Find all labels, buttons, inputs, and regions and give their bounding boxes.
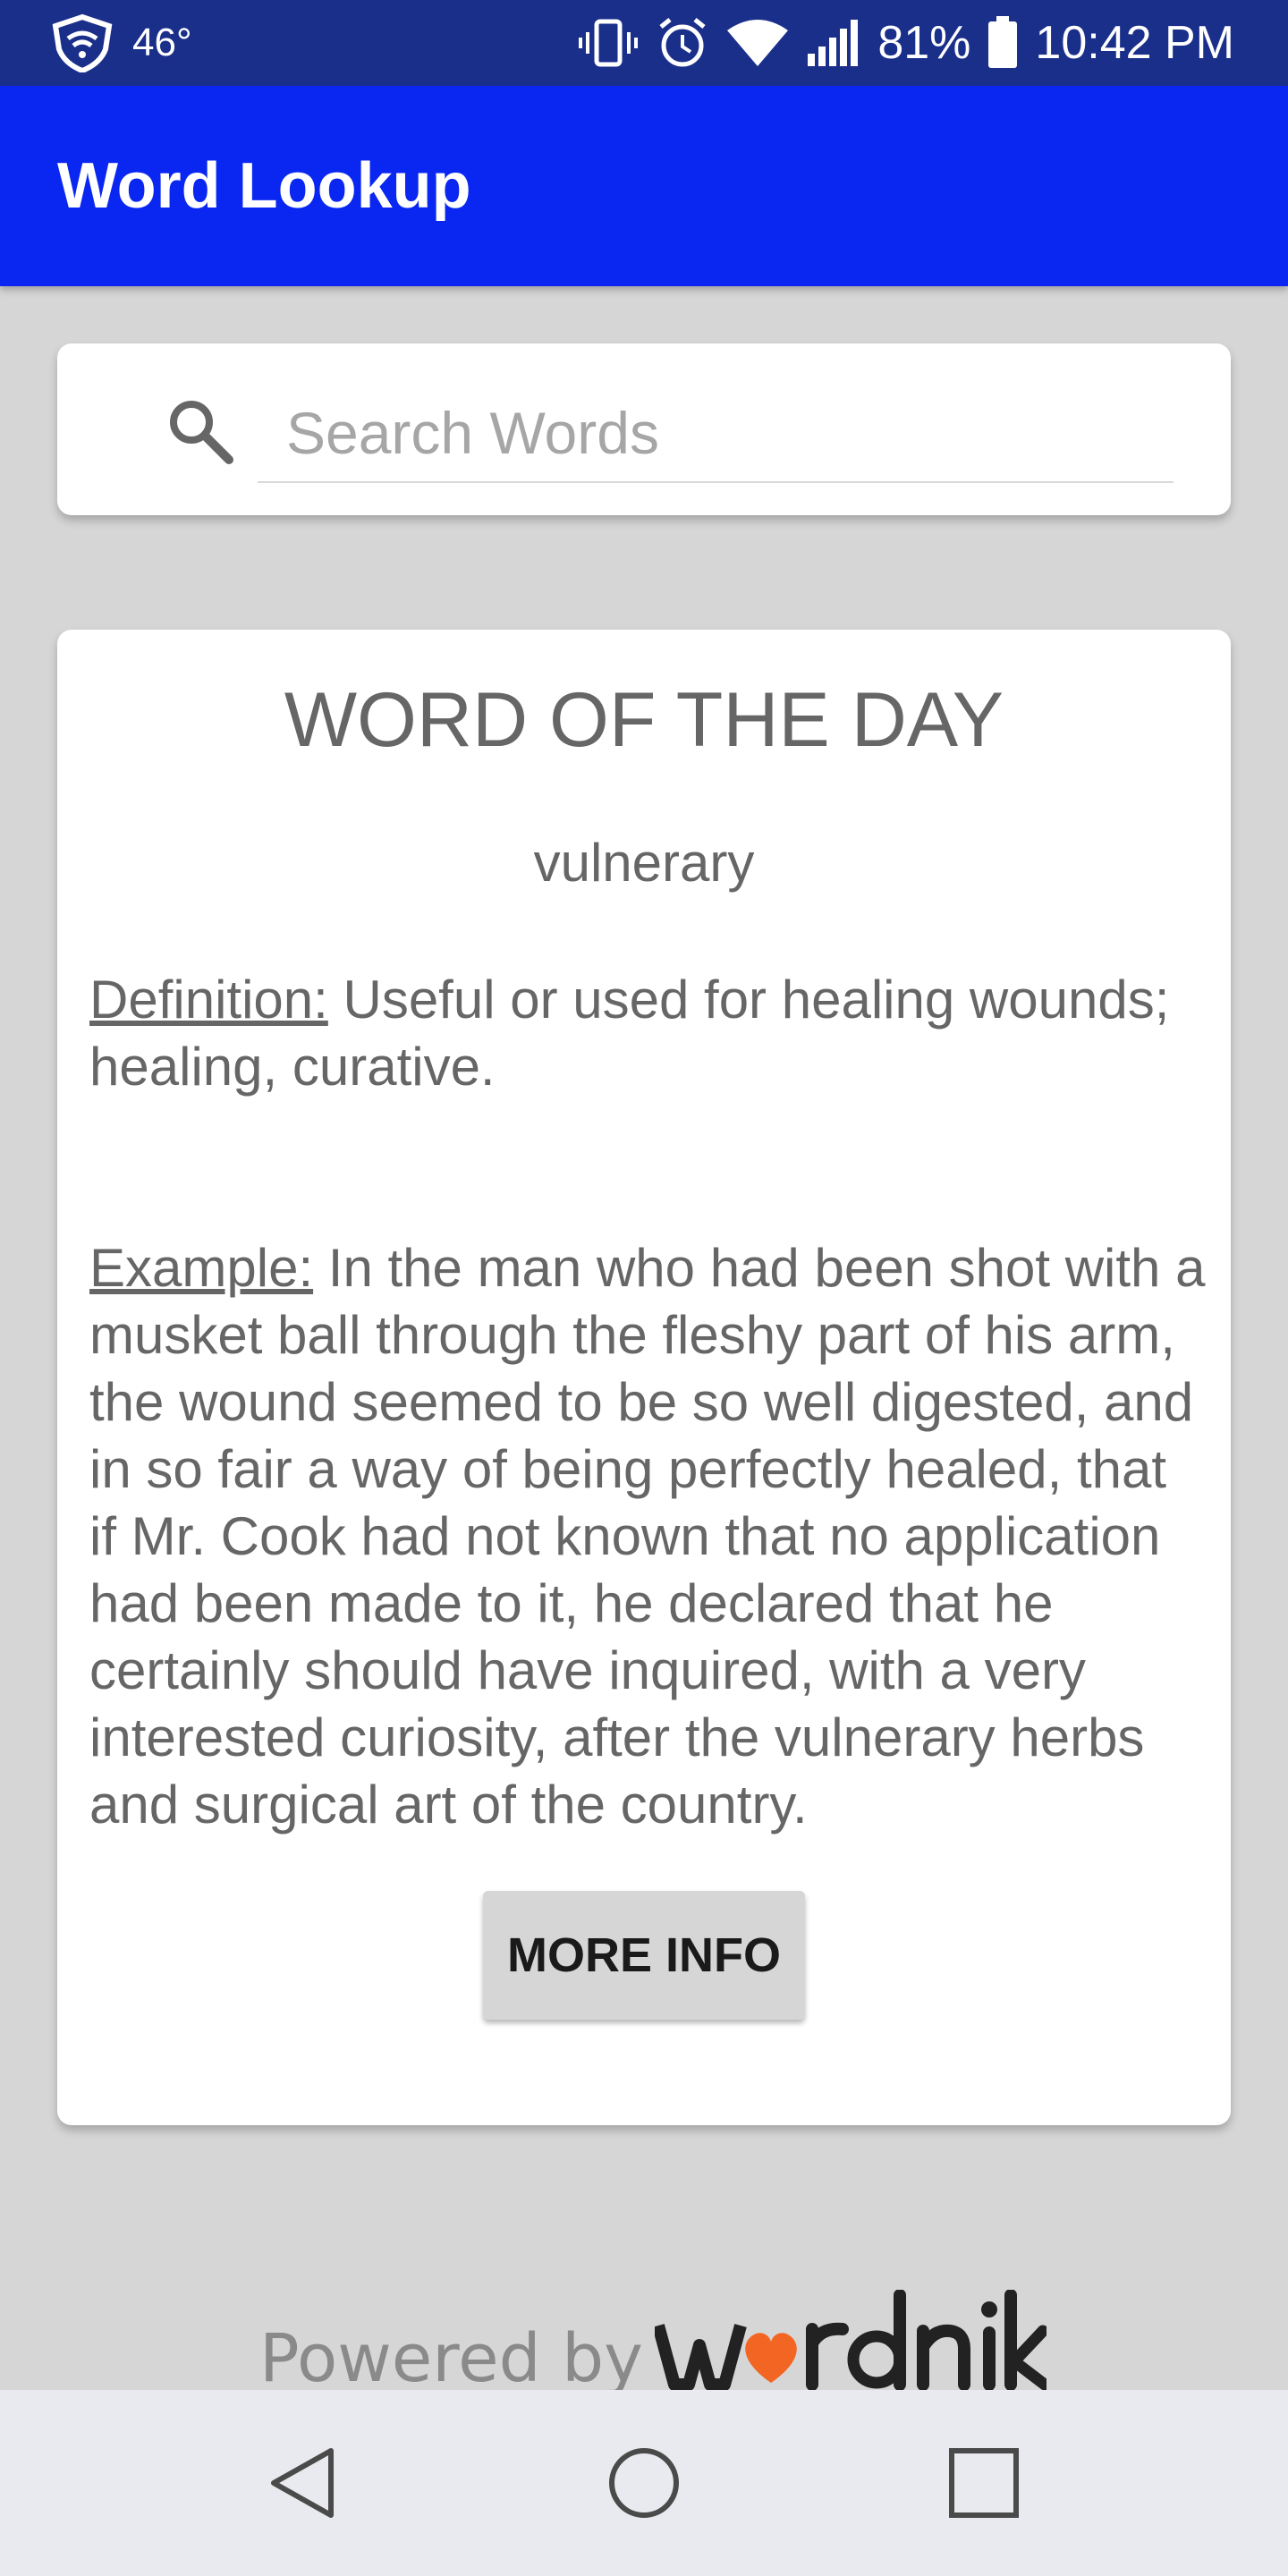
example-label: Example: [89, 1238, 314, 1298]
word-of-the-day-card: WORD OF THE DAY vulnerary Definition: Us… [57, 630, 1231, 2125]
recents-button[interactable] [894, 2390, 1073, 2576]
status-left: 46° [50, 0, 192, 86]
heart-icon [745, 2333, 797, 2383]
battery-icon [987, 16, 1019, 70]
app-bar: Word Lookup [0, 86, 1288, 286]
more-info-button[interactable]: MORE INFO [483, 1891, 805, 2020]
battery-percent-text: 81% [877, 17, 971, 69]
temperature-text: 46° [132, 21, 192, 64]
recents-icon [949, 2448, 1019, 2518]
back-button[interactable] [215, 2390, 394, 2576]
example-paragraph: Example: In the man who had been shot wi… [89, 1234, 1208, 1838]
word-of-the-day-title: WORD OF THE DAY [284, 677, 1004, 763]
navigation-bar [0, 2390, 1288, 2576]
definition-paragraph: Definition: Useful or used for healing w… [89, 966, 1208, 1100]
wifi-icon [725, 18, 790, 68]
powered-by-wordnik[interactable]: Powered by [259, 2290, 1046, 2390]
word-of-the-day-word: vulnerary [533, 833, 755, 893]
app-title: Word Lookup [57, 150, 471, 222]
alarm-icon [656, 16, 709, 70]
status-bar: 46° 81% 10:42 PM [0, 0, 1288, 86]
search-icon[interactable] [165, 395, 234, 465]
powered-by-text: Powered by [259, 2320, 643, 2390]
wordnik-logo [655, 2290, 1046, 2390]
signal-icon [806, 18, 861, 68]
home-icon [609, 2448, 679, 2518]
status-right: 81% 10:42 PM [577, 0, 1234, 86]
clock-text: 10:42 PM [1035, 17, 1234, 69]
search-input[interactable] [258, 385, 1174, 483]
back-icon [271, 2448, 334, 2518]
shield-wifi-icon [50, 13, 114, 72]
vibrate-icon [577, 18, 640, 68]
example-text: In the man who had been shot with a musk… [89, 1238, 1206, 1835]
home-button[interactable] [555, 2390, 733, 2576]
definition-label: Definition: [89, 970, 328, 1030]
